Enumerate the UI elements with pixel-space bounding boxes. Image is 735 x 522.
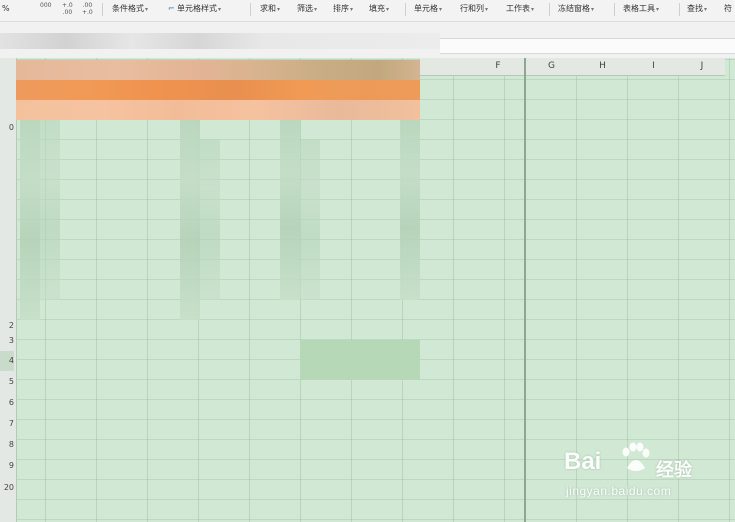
row-header[interactable]: 5 [0, 372, 14, 392]
sort-label: 排序 [333, 4, 349, 13]
cell-menu-label: 单元格 [414, 4, 438, 13]
percent-style-button[interactable]: % [2, 0, 10, 22]
name-box-blurred[interactable] [0, 33, 440, 49]
row-header[interactable]: 6 [0, 393, 14, 413]
decrease-decimal-top-label: .00 [82, 2, 93, 9]
percent-label: % [2, 4, 10, 13]
thousands-label: 000 [40, 2, 52, 9]
row-col-button[interactable]: 行和列▾ [460, 0, 488, 22]
row-header[interactable]: 7 [0, 414, 14, 434]
sum-label: 求和 [260, 4, 276, 13]
table-tools-label: 表格工具 [623, 4, 655, 13]
blurred-header-row [16, 60, 420, 80]
formula-input[interactable] [440, 38, 735, 54]
row-header[interactable]: 8 [0, 435, 14, 455]
column-header-h[interactable]: H [577, 58, 628, 75]
watermark-url: jingyan.baidu.com [566, 484, 672, 498]
cell-menu-button[interactable]: 单元格▾ [414, 0, 442, 22]
chevron-down-icon: ▾ [531, 6, 535, 13]
toolbar-divider [405, 3, 406, 16]
row-header[interactable]: 20 [0, 478, 14, 498]
find-label: 查找 [687, 4, 703, 13]
chevron-down-icon: ▾ [656, 6, 660, 13]
chevron-down-icon: ▾ [485, 6, 489, 13]
conditional-format-button[interactable]: 条件格式▾ [112, 0, 148, 22]
brush-icon: ⌐ [168, 4, 175, 13]
blurred-column [40, 120, 60, 300]
increase-decimal-bottom-label: .00 [62, 9, 73, 16]
conditional-format-label: 条件格式 [112, 4, 144, 13]
chevron-down-icon: ▾ [314, 6, 318, 13]
fill-button[interactable]: 填充▾ [369, 0, 389, 22]
sum-button[interactable]: 求和▾ [260, 0, 280, 22]
column-header-g[interactable]: G [526, 58, 577, 75]
baidu-watermark: Bai 经验 jingyan.baidu.com [558, 440, 728, 518]
watermark-chinese-text: 经验 [656, 460, 692, 481]
paw-icon [622, 442, 650, 471]
blurred-column [400, 120, 420, 300]
blurred-column [180, 120, 200, 320]
toolbar-divider [614, 3, 615, 16]
blurred-title-row [16, 80, 420, 100]
row-header[interactable]: 3 [0, 331, 14, 351]
toolbar-divider [250, 3, 251, 16]
chevron-down-icon: ▾ [439, 6, 443, 13]
symbol-button[interactable]: 符 [724, 0, 732, 22]
toolbar-divider [679, 3, 680, 16]
blurred-column [300, 140, 320, 300]
row-header[interactable]: 0 [0, 118, 14, 138]
table-tools-button[interactable]: 表格工具▾ [623, 0, 659, 22]
blurred-column [200, 140, 220, 300]
cell-style-button[interactable]: ⌐ 单元格样式▾ [168, 0, 221, 22]
decrease-decimal-button[interactable]: .00 +.0 [82, 2, 93, 24]
sort-button[interactable]: 排序▾ [333, 0, 353, 22]
filter-button[interactable]: 筛选▾ [297, 0, 317, 22]
freeze-pane-divider[interactable] [524, 58, 526, 522]
toolbar-divider [549, 3, 550, 16]
row-header[interactable]: 9 [0, 456, 14, 476]
increase-decimal-top-label: +.0 [62, 2, 73, 9]
chevron-down-icon: ▾ [350, 6, 354, 13]
column-header-f[interactable]: F [472, 58, 524, 75]
increase-decimal-button[interactable]: +.0.00 [62, 2, 73, 24]
cell-style-label: 单元格样式 [177, 4, 217, 13]
ribbon-toolbar: % 000 +.0.00 .00 +.0 条件格式▾ ⌐ 单元格样式▾ 求和▾ 筛选… [0, 0, 735, 22]
column-header-j[interactable]: J [679, 58, 725, 75]
row-header-active[interactable]: 4 [0, 351, 14, 371]
column-header-i[interactable]: I [628, 58, 679, 75]
fill-label: 填充 [369, 4, 385, 13]
chevron-down-icon: ▾ [277, 6, 281, 13]
blurred-column [280, 120, 300, 300]
chevron-down-icon: ▾ [704, 6, 708, 13]
thousands-separator-button[interactable]: 000 [40, 2, 51, 24]
find-button[interactable]: 查找▾ [687, 0, 707, 22]
chevron-down-icon: ▾ [145, 6, 149, 13]
watermark-logo-text: Bai [564, 448, 602, 475]
symbol-label: 符 [724, 4, 732, 13]
chevron-down-icon: ▾ [386, 6, 390, 13]
filter-label: 筛选 [297, 4, 313, 13]
chevron-down-icon: ▾ [218, 6, 222, 13]
worksheet-button[interactable]: 工作表▾ [506, 0, 534, 22]
freeze-panes-button[interactable]: 冻结窗格▾ [558, 0, 594, 22]
formula-bar [0, 22, 735, 58]
blurred-subheader-row [16, 100, 420, 120]
row-col-label: 行和列 [460, 4, 484, 13]
blurred-column [20, 120, 40, 320]
blurred-selected-cell[interactable] [300, 340, 420, 380]
freeze-panes-label: 冻结窗格 [558, 4, 590, 13]
decrease-decimal-bottom-label: +.0 [82, 9, 93, 16]
toolbar-divider [102, 3, 103, 16]
worksheet-label: 工作表 [506, 4, 530, 13]
chevron-down-icon: ▾ [591, 6, 595, 13]
